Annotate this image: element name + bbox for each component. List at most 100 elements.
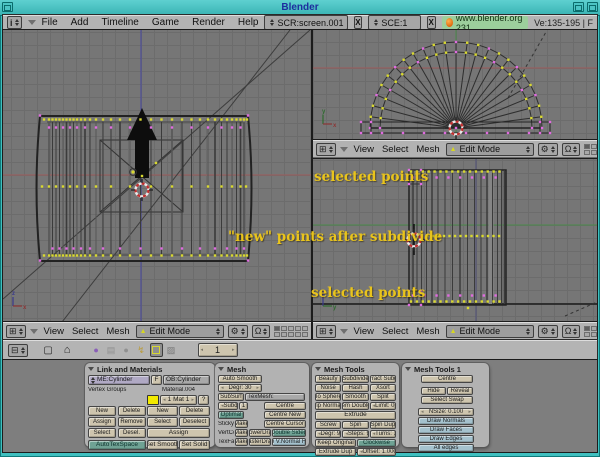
mode-dropdown[interactable]: ▲Edit Mode <box>446 143 534 156</box>
panel-collapse-icon[interactable] <box>218 367 224 371</box>
header-collapse-icon[interactable] <box>340 147 348 152</box>
button-double-sided[interactable]: Double Sided <box>272 429 306 437</box>
button-no-vnormal-flip[interactable]: No V.Normal Flip <box>272 438 306 446</box>
layer-button[interactable] <box>584 332 590 337</box>
button-spin-dup[interactable]: Spin Dup <box>370 421 396 429</box>
viewport-side[interactable]: zy <box>313 158 597 322</box>
layer-button[interactable] <box>281 332 287 337</box>
menu-view[interactable]: View <box>354 144 374 155</box>
field-texmesh[interactable]: TexMesh: <box>245 393 305 401</box>
button-limit-0-001[interactable]: Limit: 0.001 <box>370 402 396 410</box>
context-object-icon[interactable]: ↯ <box>135 343 148 357</box>
viewport-type-dropdown[interactable]: ⊞ <box>6 325 26 338</box>
button-spin[interactable]: Spin <box>342 421 368 429</box>
layer-button[interactable] <box>274 332 280 337</box>
button-centre-2[interactable]: Centre <box>421 375 473 383</box>
button-reveal[interactable]: Reveal <box>447 387 473 395</box>
layer-button[interactable] <box>302 332 308 337</box>
menu-view[interactable]: View <box>354 326 374 337</box>
field-offset[interactable]: Offset: 1.000 <box>357 448 396 456</box>
layer-button[interactable] <box>591 332 597 337</box>
scene-selector[interactable]: SCE:1 <box>368 15 420 30</box>
viewport-type-dropdown[interactable]: ⊞ <box>316 325 336 338</box>
layer-button[interactable] <box>295 332 301 337</box>
button-make-vertcol[interactable]: Make <box>235 429 248 437</box>
button-make-texface[interactable]: Make <box>235 438 248 446</box>
layer-buttons[interactable] <box>584 326 597 337</box>
context-shading-icon[interactable]: ● <box>120 343 133 357</box>
layer-button[interactable] <box>295 326 301 331</box>
menu-add[interactable]: Add <box>71 17 89 28</box>
layer-button[interactable] <box>274 326 280 331</box>
layer-button[interactable] <box>591 150 597 155</box>
button-select-vgroup[interactable]: Select <box>88 428 116 438</box>
context-logic-icon[interactable]: ● <box>90 343 103 357</box>
layer-button[interactable] <box>302 326 308 331</box>
viewport-type-dropdown[interactable]: ⊞ <box>316 143 336 156</box>
layer-button[interactable] <box>584 144 590 149</box>
menu-view[interactable]: View <box>44 326 64 337</box>
button-centre-new[interactable]: Centre New <box>264 411 306 419</box>
fake-user-button[interactable]: F <box>151 375 162 385</box>
button-flip-normals[interactable]: Flip Normals <box>315 402 341 410</box>
button-new-vgroup[interactable]: New <box>88 406 116 416</box>
layer-button[interactable] <box>281 326 287 331</box>
window-menu-button[interactable] <box>2 2 13 12</box>
field-degr[interactable]: Degr: 30 <box>218 384 262 392</box>
scene-delete-button[interactable]: X <box>427 16 436 29</box>
context-editing-icon[interactable] <box>150 343 163 357</box>
mode-dropdown[interactable]: ▲Edit Mode <box>136 325 224 338</box>
button-screw[interactable]: Screw <box>315 421 341 429</box>
menu-mesh[interactable]: Mesh <box>106 326 129 337</box>
material-help-button[interactable]: ? <box>198 395 209 405</box>
button-new-material[interactable]: New <box>147 406 178 416</box>
draw-type-dropdown[interactable]: ⚙ <box>538 325 558 338</box>
button-noise[interactable]: Noise <box>315 384 341 392</box>
button-keep-original[interactable]: Keep Original <box>315 439 356 447</box>
button-deselect-material[interactable]: Deselect <box>179 417 210 427</box>
button-slower-draw[interactable]: SlowerDraw <box>249 429 271 437</box>
button-autotexspace[interactable]: AutoTexSpace <box>88 440 146 450</box>
button-degr-90[interactable]: Degr: 90 <box>315 430 341 438</box>
button-delete-vgroup[interactable]: Delete <box>118 406 146 416</box>
button-assign-vgroup[interactable]: Assign <box>88 417 116 427</box>
window-maximize-button[interactable] <box>573 2 584 12</box>
toggle-all-edges[interactable]: All edges <box>418 444 474 452</box>
button-split[interactable]: Split <box>370 393 396 401</box>
button-turns-1[interactable]: Turns: 1 <box>370 430 396 438</box>
menu-mesh[interactable]: Mesh <box>416 326 439 337</box>
button-select-swap[interactable]: Select Swap <box>421 396 473 404</box>
header-collapse-icon[interactable] <box>28 20 36 25</box>
panels-layout-button[interactable]: ▢ <box>42 343 55 357</box>
button-select-material[interactable]: Select <box>147 417 178 427</box>
draw-type-dropdown[interactable]: ⚙ <box>538 143 558 156</box>
menu-select[interactable]: Select <box>382 144 408 155</box>
screen-delete-button[interactable]: X <box>354 16 363 29</box>
panel-collapse-icon[interactable] <box>315 367 321 371</box>
pivot-dropdown[interactable]: Ω <box>252 325 271 338</box>
context-scene-icon[interactable]: ▨ <box>165 343 178 357</box>
button-hide[interactable]: Hide <box>421 387 446 395</box>
viewport-front[interactable]: zx <box>3 30 311 322</box>
layer-button[interactable] <box>288 326 294 331</box>
pivot-dropdown[interactable]: Ω <box>562 143 581 156</box>
menu-select[interactable]: Select <box>382 326 408 337</box>
button-subdivide[interactable]: Subdivide <box>342 375 368 383</box>
button-assign-material[interactable]: Assign <box>147 428 210 438</box>
material-count-field[interactable]: 1 Mat 1 <box>160 395 197 405</box>
button-remove-vgroup[interactable]: Remove <box>118 417 146 427</box>
button-make-sticky[interactable]: Make <box>235 420 248 428</box>
home-button[interactable]: ⌂ <box>61 343 74 357</box>
button-set-smooth[interactable]: Set Smooth <box>147 440 178 450</box>
menu-select[interactable]: Select <box>72 326 98 337</box>
button-xsort[interactable]: Xsort <box>370 384 396 392</box>
field-subdiv[interactable]: Subdiv: 1 <box>218 402 238 410</box>
menu-timeline[interactable]: Timeline <box>101 17 138 28</box>
button-steps-9[interactable]: Steps: 9 <box>342 430 368 438</box>
menu-game[interactable]: Game <box>152 17 179 28</box>
header-collapse-icon[interactable] <box>340 329 348 334</box>
button-delete-material[interactable]: Delete <box>179 406 210 416</box>
layer-button[interactable] <box>584 326 590 331</box>
button-auto-smooth[interactable]: Auto Smooth <box>218 375 262 383</box>
layer-button[interactable] <box>591 144 597 149</box>
